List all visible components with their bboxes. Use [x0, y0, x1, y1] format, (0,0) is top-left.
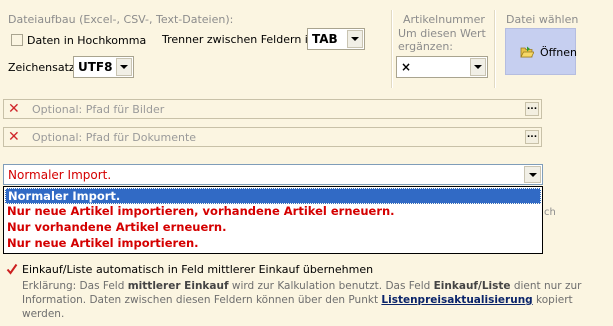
explanation-line-1: Erklärung: Das Feld mittlerer Einkauf wi… [22, 280, 582, 292]
import-mode-value: Normaler Import. [8, 168, 112, 182]
price-update-link[interactable]: Listenpreisaktualisierung [381, 294, 532, 306]
browse-button[interactable]: ... [525, 102, 539, 116]
file-choose-label: Datei wählen [506, 13, 579, 26]
import-mode-select[interactable]: Normaler Import. [3, 164, 543, 185]
charset-select[interactable]: UTF8 [73, 56, 134, 78]
chevron-down-icon[interactable] [470, 58, 486, 76]
open-button-label: Öffnen [540, 46, 577, 59]
purchase-checkbox-label: Einkauf/Liste automatisch in Feld mittle… [22, 263, 374, 276]
article-number-sublabel: Um diesen Wert [398, 27, 486, 40]
separator-value: TAB [312, 32, 338, 46]
charset-label: Zeichensatz: [8, 61, 79, 74]
bold-einkauf-liste: Einkauf/Liste [433, 280, 511, 292]
import-mode-dropdown[interactable]: Normaler Import. Nur neue Artikel import… [3, 186, 543, 254]
article-number-select[interactable]: × [396, 56, 488, 78]
divider [391, 10, 393, 88]
file-structure-label: Dateiaufbau (Excel-, CSV-, Text-Dateien)… [8, 13, 234, 26]
checkmark-icon [6, 263, 18, 275]
chevron-down-icon[interactable] [116, 58, 132, 76]
purchase-checkbox[interactable] [6, 263, 18, 275]
import-option-normal[interactable]: Normaler Import. [5, 188, 541, 204]
documents-path-placeholder: Optional: Pfad für Dokumente [32, 131, 197, 144]
divider [494, 10, 496, 88]
documents-path-field[interactable]: ✕ Optional: Pfad für Dokumente ... [3, 127, 542, 147]
clear-icon[interactable]: ✕ [8, 129, 20, 145]
article-number-sublabel-2: ergänzen: [398, 40, 454, 53]
import-option-new-only[interactable]: Nur neue Artikel importieren. [5, 236, 541, 252]
article-number-label: Artikelnummer [403, 13, 485, 26]
charset-value: UTF8 [78, 60, 113, 74]
clear-icon[interactable]: ✕ [8, 101, 20, 117]
quote-checkbox[interactable] [11, 34, 23, 46]
images-path-placeholder: Optional: Pfad für Bilder [32, 103, 165, 116]
browse-button[interactable]: ... [525, 130, 539, 144]
separator-select[interactable]: TAB [307, 28, 365, 50]
explanation-line-2: Information. Daten zwischen diesen Felde… [22, 294, 573, 320]
purchase-explanation: Erklärung: Das Feld mittlerer Einkauf wi… [22, 279, 607, 321]
images-path-field[interactable]: ✕ Optional: Pfad für Bilder ... [3, 99, 542, 119]
chevron-down-icon[interactable] [347, 30, 363, 48]
hidden-text-peek: ch [544, 207, 556, 218]
import-option-new-and-update[interactable]: Nur neue Artikel importieren, vorhandene… [5, 204, 541, 220]
quote-checkbox-label: Daten in Hochkomma [27, 34, 147, 47]
folder-open-icon [520, 46, 535, 58]
import-option-update-only[interactable]: Nur vorhandene Artikel erneuern. [5, 220, 541, 236]
separator-label: Trenner zwischen Feldern ist: [162, 33, 322, 46]
bold-mittlerer-einkauf: mittlerer Einkauf [127, 280, 229, 292]
chevron-down-icon[interactable] [524, 166, 541, 183]
article-number-value: × [401, 60, 412, 74]
open-button[interactable]: Öffnen [505, 28, 577, 75]
